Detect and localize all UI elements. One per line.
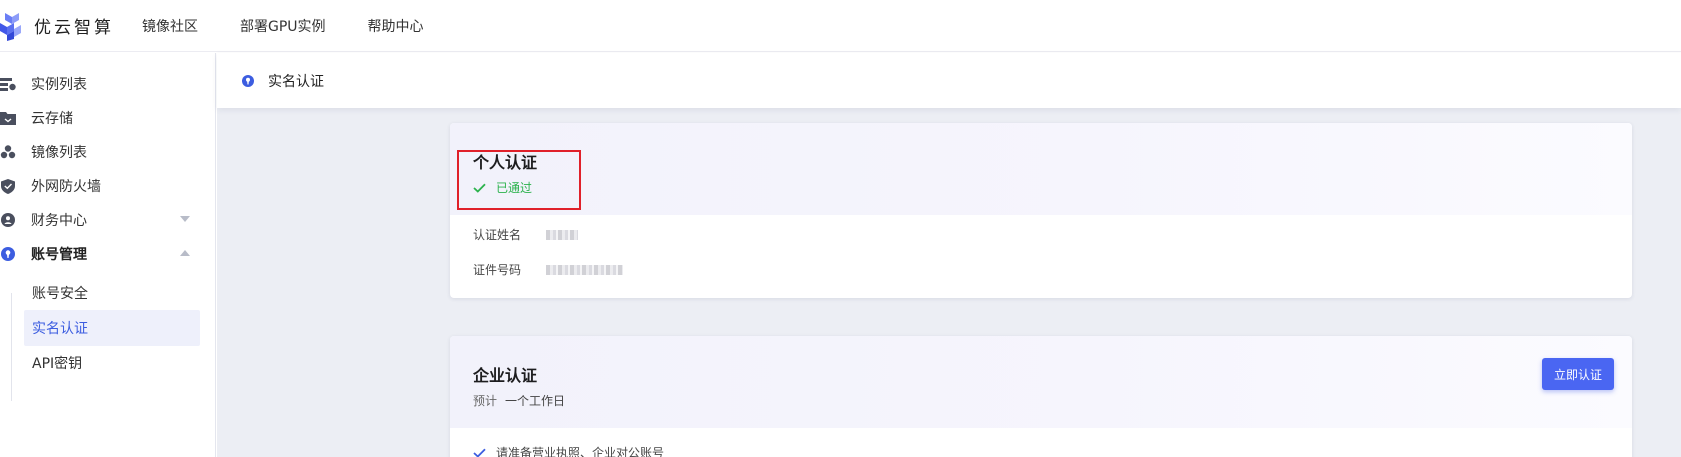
location-pin-icon	[242, 74, 254, 87]
personal-verification-card: 个人认证 已通过 认证姓名 证件号码	[450, 123, 1632, 298]
sidebar-item-label: 外网防火墙	[31, 179, 101, 195]
sidebar-item-account[interactable]: 账号管理	[0, 236, 216, 272]
topnav-deploy-gpu[interactable]: 部署GPU实例	[240, 16, 326, 36]
sidebar-item-finance[interactable]: 财务中心	[0, 202, 216, 238]
check-icon	[473, 183, 486, 193]
top-nav: 镜像社区 部署GPU实例 帮助中心	[142, 16, 466, 36]
brand-name: 优云智算	[34, 18, 114, 38]
sidebar-item-cloud-storage[interactable]: 云存储	[0, 100, 216, 136]
topnav-mirror-community[interactable]: 镜像社区	[142, 16, 198, 36]
check-icon	[473, 448, 486, 457]
page-header: 实名认证	[217, 53, 1681, 108]
requirement-row: 请准备营业执照、企业对公账号	[473, 444, 664, 457]
sidebar-item-firewall[interactable]: 外网防火墙	[0, 168, 216, 204]
requirement-text: 请准备营业执照、企业对公账号	[496, 446, 665, 457]
sidebar-item-label: 镜像列表	[31, 145, 87, 161]
personal-card-header: 个人认证 已通过	[450, 123, 1632, 215]
chevron-up-icon[interactable]	[180, 250, 190, 256]
field-row-id: 证件号码	[473, 261, 623, 278]
chevron-down-icon[interactable]	[180, 216, 190, 222]
estimate-value: 一个工作日	[505, 394, 566, 408]
estimate-row: 预计 一个工作日	[473, 392, 565, 409]
status-text: 已通过	[496, 181, 533, 195]
sidebar-item-images[interactable]: 镜像列表	[0, 134, 216, 170]
personal-card-title: 个人认证	[473, 153, 538, 172]
topnav-help-center[interactable]: 帮助中心	[368, 16, 424, 36]
top-header: 优云智算 镜像社区 部署GPU实例 帮助中心	[0, 0, 1681, 52]
field-label-name: 认证姓名	[473, 228, 522, 242]
finance-icon	[0, 212, 16, 228]
cubes-icon	[0, 144, 16, 160]
verify-now-button[interactable]: 立即认证	[1542, 358, 1614, 390]
account-icon	[0, 246, 16, 262]
instance-list-icon	[0, 76, 16, 92]
field-row-name: 认证姓名	[473, 226, 578, 243]
submenu-item-api-keys[interactable]: API密钥	[24, 345, 200, 381]
shield-icon	[0, 178, 16, 194]
field-label-id: 证件号码	[473, 263, 522, 277]
status-badge: 已通过	[473, 179, 532, 196]
sidebar-item-label: 云存储	[31, 111, 73, 127]
page-title: 实名认证	[268, 73, 324, 90]
sidebar-item-label: 财务中心	[31, 213, 87, 229]
redacted-id-value	[546, 264, 623, 275]
submenu-item-real-name[interactable]: 实名认证	[24, 310, 200, 346]
sidebar-item-instances[interactable]: 实例列表	[0, 66, 216, 102]
enterprise-card-title: 企业认证	[473, 366, 538, 385]
enterprise-card-header: 企业认证 预计 一个工作日 立即认证	[450, 336, 1632, 428]
brand[interactable]: 优云智算	[0, 0, 114, 52]
sidebar: 实例列表 云存储 镜像列表 外网防火墙 财务中心 账号管理 账号安全 实名认证 …	[0, 53, 216, 457]
submenu-divider	[11, 293, 12, 401]
sidebar-item-label: 账号管理	[31, 247, 87, 263]
brand-logo-icon	[0, 12, 21, 41]
redacted-name-value	[546, 229, 578, 240]
submenu-item-account-security[interactable]: 账号安全	[24, 275, 200, 311]
estimate-label: 预计	[473, 394, 498, 408]
sidebar-item-label: 实例列表	[31, 77, 87, 93]
folder-icon	[0, 110, 16, 126]
main-content: 个人认证 已通过 认证姓名 证件号码 企业认证 预计 一个工作日 立即认证 请准…	[217, 108, 1681, 457]
enterprise-verification-card: 企业认证 预计 一个工作日 立即认证 请准备营业执照、企业对公账号	[450, 336, 1632, 457]
